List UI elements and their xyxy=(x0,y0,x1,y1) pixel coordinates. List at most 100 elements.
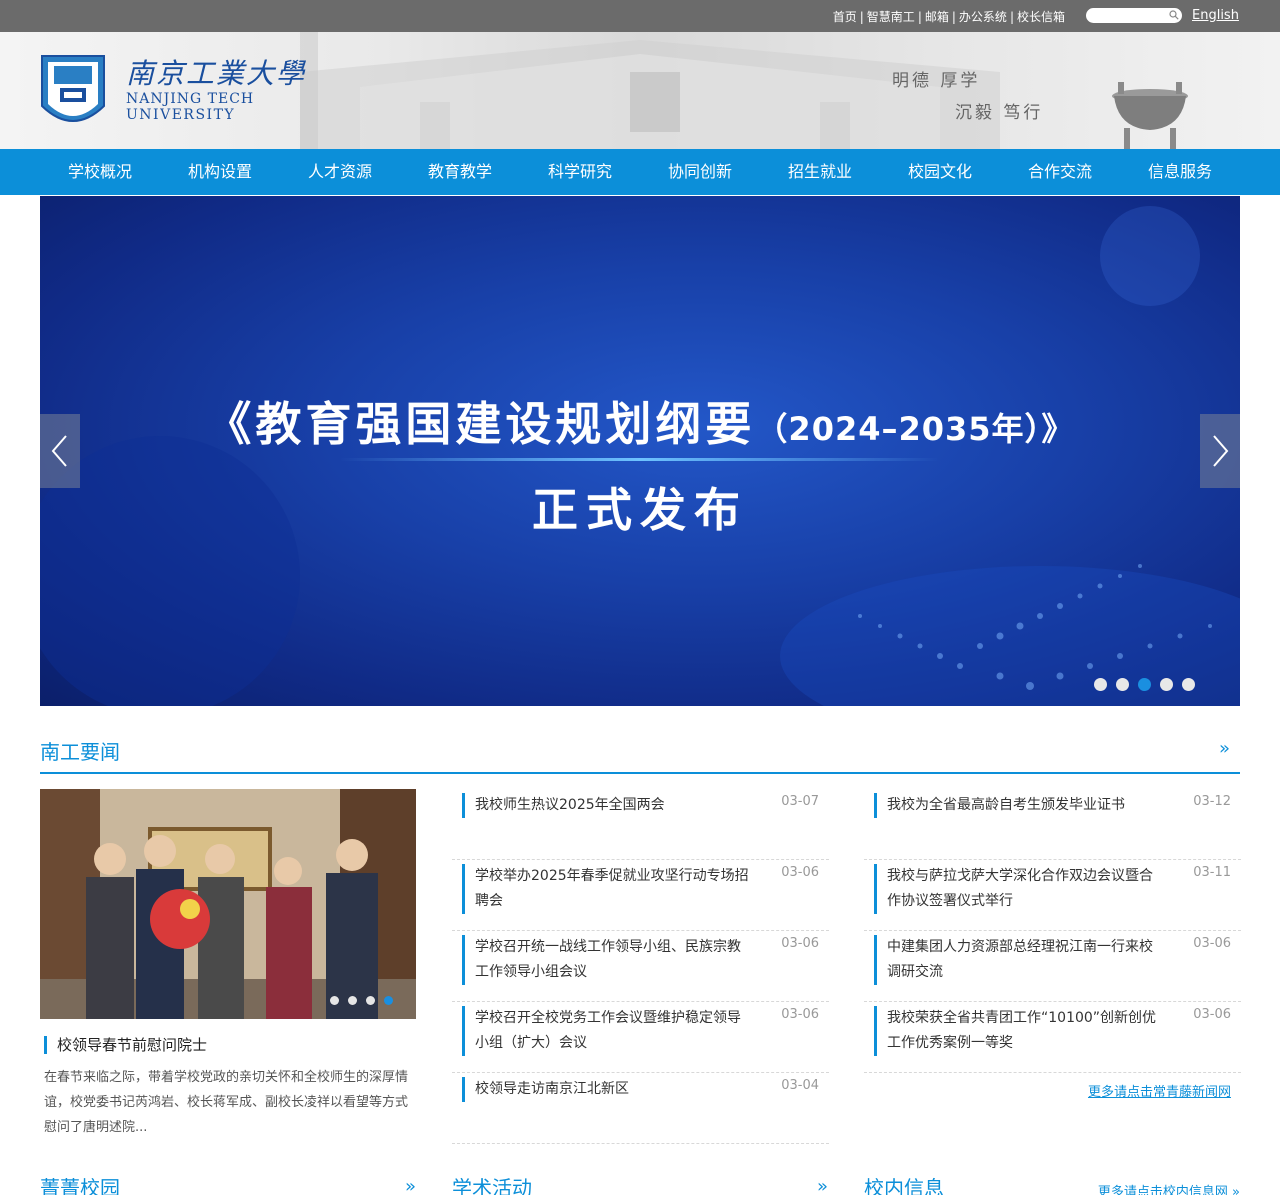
news-title[interactable]: 中建集团人力资源部总经理祝江南一行来校调研交流 xyxy=(874,935,1164,985)
site-header: 南京工業大學 NANJING TECH UNIVERSITY 明德 厚学 沉毅 … xyxy=(0,32,1280,149)
list-item[interactable]: 我校师生热议2025年全国两会 03-07 xyxy=(452,789,829,860)
hero-banner-carousel[interactable]: 《教育强国建设规划纲要（2024–2035年）》 正式发布 xyxy=(40,196,1240,706)
list-item[interactable]: 我校为全省最高龄自考生颁发毕业证书 03-12 xyxy=(864,789,1241,860)
nav-item-information[interactable]: 信息服务 xyxy=(1120,149,1240,195)
news-section-title[interactable]: 南工要闻 xyxy=(40,740,120,764)
banner-divider xyxy=(340,458,940,461)
nav-item-cooperation[interactable]: 合作交流 xyxy=(1000,149,1120,195)
section-campus-life-more[interactable]: » xyxy=(405,1176,416,1195)
news-title[interactable]: 学校召开全校党务工作会议暨维护稳定领导小组（扩大）会议 xyxy=(462,1006,752,1056)
news-more-link[interactable]: » xyxy=(1219,738,1230,759)
search-box xyxy=(1086,8,1182,28)
carousel-prev-button[interactable] xyxy=(40,414,80,488)
banner-headline: 《教育强国建设规划纲要（2024–2035年）》 xyxy=(40,388,1240,454)
university-seal-logo[interactable] xyxy=(40,54,106,130)
news-list-column-1: 我校师生热议2025年全国两会 03-07 学校举办2025年春季促就业攻坚行动… xyxy=(452,789,829,1144)
top-utility-bar: 首页 | 智慧南工 | 邮箱 | 办公系统 | 校长信箱 English xyxy=(0,0,1280,32)
list-item[interactable]: 中建集团人力资源部总经理祝江南一行来校调研交流 03-06 xyxy=(864,931,1241,1002)
news-list-column-2: 我校为全省最高龄自考生颁发毕业证书 03-12 我校与萨拉戈萨大学深化合作双边会… xyxy=(864,789,1241,1113)
section-academic-events-title[interactable]: 学术活动 xyxy=(452,1172,532,1195)
news-date: 03-11 xyxy=(1193,865,1231,880)
news-date: 03-06 xyxy=(781,865,819,880)
news-date: 03-06 xyxy=(1193,1007,1231,1022)
nav-item-education[interactable]: 教育教学 xyxy=(400,149,520,195)
carousel-dot-5[interactable] xyxy=(1182,678,1195,691)
nav-item-admissions[interactable]: 招生就业 xyxy=(760,149,880,195)
motto-line1: 明德 厚学 xyxy=(892,71,981,91)
carousel-dots xyxy=(1094,678,1195,691)
news-date: 03-04 xyxy=(781,1078,819,1093)
news-title-text[interactable]: 我校为全省最高龄自考生颁发毕业证书 xyxy=(887,793,1164,818)
nav-item-talent[interactable]: 人才资源 xyxy=(280,149,400,195)
news-title[interactable]: 我校荣获全省共青团工作“10100”创新创优工作优秀案例一等奖 xyxy=(874,1006,1164,1056)
news-title[interactable]: 我校与萨拉戈萨大学深化合作双边会议暨合作协议签署仪式举行 xyxy=(874,864,1164,914)
carousel-next-button[interactable] xyxy=(1200,414,1240,488)
featured-dot-1[interactable] xyxy=(330,996,339,1005)
news-title[interactable]: 学校召开统一战线工作领导小组、民族宗教工作领导小组会议 xyxy=(462,935,752,985)
news-title-text[interactable]: 我校与萨拉戈萨大学深化合作双边会议暨合作协议签署仪式举行 xyxy=(887,864,1164,914)
news-title[interactable]: 我校为全省最高龄自考生颁发毕业证书 xyxy=(874,793,1164,818)
nav-item-organization[interactable]: 机构设置 xyxy=(160,149,280,195)
featured-news-title[interactable]: 校领导春节前慰问院士 xyxy=(44,1036,207,1054)
section-internal-info-title[interactable]: 校内信息 xyxy=(864,1172,944,1195)
news-section-header: 南工要闻 » xyxy=(40,736,1240,774)
top-links: 首页 | 智慧南工 | 邮箱 | 办公系统 | 校长信箱 xyxy=(833,8,1065,25)
news-title[interactable]: 校领导走访南京江北新区 xyxy=(462,1077,752,1102)
news-more-row: 更多请点击常青藤新闻网 xyxy=(864,1073,1241,1113)
separator: | xyxy=(1009,10,1014,24)
banner-subtitle: 正式发布 xyxy=(532,483,748,537)
news-title-text[interactable]: 我校荣获全省共青团工作“10100”创新创优工作优秀案例一等奖 xyxy=(887,1006,1164,1056)
news-title-text[interactable]: 学校举办2025年春季促就业攻坚行动专场招聘会 xyxy=(475,864,752,914)
top-link-smart-campus[interactable]: 智慧南工 xyxy=(867,10,915,24)
nav-item-campus-culture[interactable]: 校园文化 xyxy=(880,149,1000,195)
list-item[interactable]: 校领导走访南京江北新区 03-04 xyxy=(452,1073,829,1144)
top-link-president-mailbox[interactable]: 校长信箱 xyxy=(1017,10,1065,24)
news-date: 03-06 xyxy=(781,936,819,951)
search-icon[interactable] xyxy=(1169,10,1179,20)
section-internal-info-more[interactable]: 更多请点击校内信息网 » xyxy=(1098,1181,1240,1195)
section-academic-events-more[interactable]: » xyxy=(817,1176,828,1195)
top-link-office[interactable]: 办公系统 xyxy=(959,10,1007,24)
news-title-text[interactable]: 我校师生热议2025年全国两会 xyxy=(475,793,752,818)
featured-dot-4[interactable] xyxy=(384,996,393,1005)
news-title-text[interactable]: 学校召开统一战线工作领导小组、民族宗教工作领导小组会议 xyxy=(475,935,752,985)
logo-english-name-line1: NANJING TECH xyxy=(126,91,255,107)
chevron-right-icon xyxy=(1213,435,1229,467)
news-title[interactable]: 我校师生热议2025年全国两会 xyxy=(462,793,752,818)
news-title[interactable]: 学校举办2025年春季促就业攻坚行动专场招聘会 xyxy=(462,864,752,914)
list-item[interactable]: 我校与萨拉戈萨大学深化合作双边会议暨合作协议签署仪式举行 03-11 xyxy=(864,860,1241,931)
news-title-text[interactable]: 中建集团人力资源部总经理祝江南一行来校调研交流 xyxy=(887,935,1164,985)
section-campus-life-title[interactable]: 菁菁校园 xyxy=(40,1172,120,1195)
news-date: 03-06 xyxy=(1193,936,1231,951)
list-item[interactable]: 学校召开统一战线工作领导小组、民族宗教工作领导小组会议 03-06 xyxy=(452,931,829,1002)
featured-news-photo[interactable] xyxy=(40,789,416,1019)
carousel-dot-4[interactable] xyxy=(1160,678,1173,691)
banner-headline-main: 《教育强国建设规划纲要 xyxy=(205,397,756,451)
top-link-home[interactable]: 首页 xyxy=(833,10,857,24)
nav-item-innovation[interactable]: 协同创新 xyxy=(640,149,760,195)
language-switch-link[interactable]: English xyxy=(1192,8,1239,23)
section-campus-life: 菁菁校园 » xyxy=(40,1172,416,1195)
news-more-external-link[interactable]: 更多请点击常青藤新闻网 xyxy=(1088,1081,1231,1100)
news-title-text[interactable]: 校领导走访南京江北新区 xyxy=(475,1077,752,1102)
nav-item-about[interactable]: 学校概况 xyxy=(40,149,160,195)
carousel-dot-1[interactable] xyxy=(1094,678,1107,691)
motto-line2: 沉毅 笃行 xyxy=(955,103,1044,123)
top-link-mail[interactable]: 邮箱 xyxy=(925,10,949,24)
search-input[interactable] xyxy=(1092,13,1170,28)
chevron-left-icon xyxy=(51,435,67,467)
list-item[interactable]: 学校召开全校党务工作会议暨维护稳定领导小组（扩大）会议 03-06 xyxy=(452,1002,829,1073)
featured-dot-3[interactable] xyxy=(366,996,375,1005)
carousel-dot-3[interactable] xyxy=(1138,678,1151,691)
list-item[interactable]: 我校荣获全省共青团工作“10100”创新创优工作优秀案例一等奖 03-06 xyxy=(864,1002,1241,1073)
list-item[interactable]: 学校举办2025年春季促就业攻坚行动专场招聘会 03-06 xyxy=(452,860,829,931)
campus-building-background xyxy=(300,32,1000,149)
featured-news-description: 在春节来临之际，带着学校党政的亲切关怀和全校师生的深厚情谊，校党委书记芮鸿岩、校… xyxy=(44,1070,409,1135)
news-date: 03-12 xyxy=(1193,794,1231,809)
nav-item-research[interactable]: 科学研究 xyxy=(520,149,640,195)
separator: | xyxy=(917,10,922,24)
carousel-dot-2[interactable] xyxy=(1116,678,1129,691)
news-title-text[interactable]: 学校召开全校党务工作会议暨维护稳定领导小组（扩大）会议 xyxy=(475,1006,752,1056)
featured-dot-2[interactable] xyxy=(348,996,357,1005)
logo-english-name-line2: UNIVERSITY xyxy=(126,107,236,123)
